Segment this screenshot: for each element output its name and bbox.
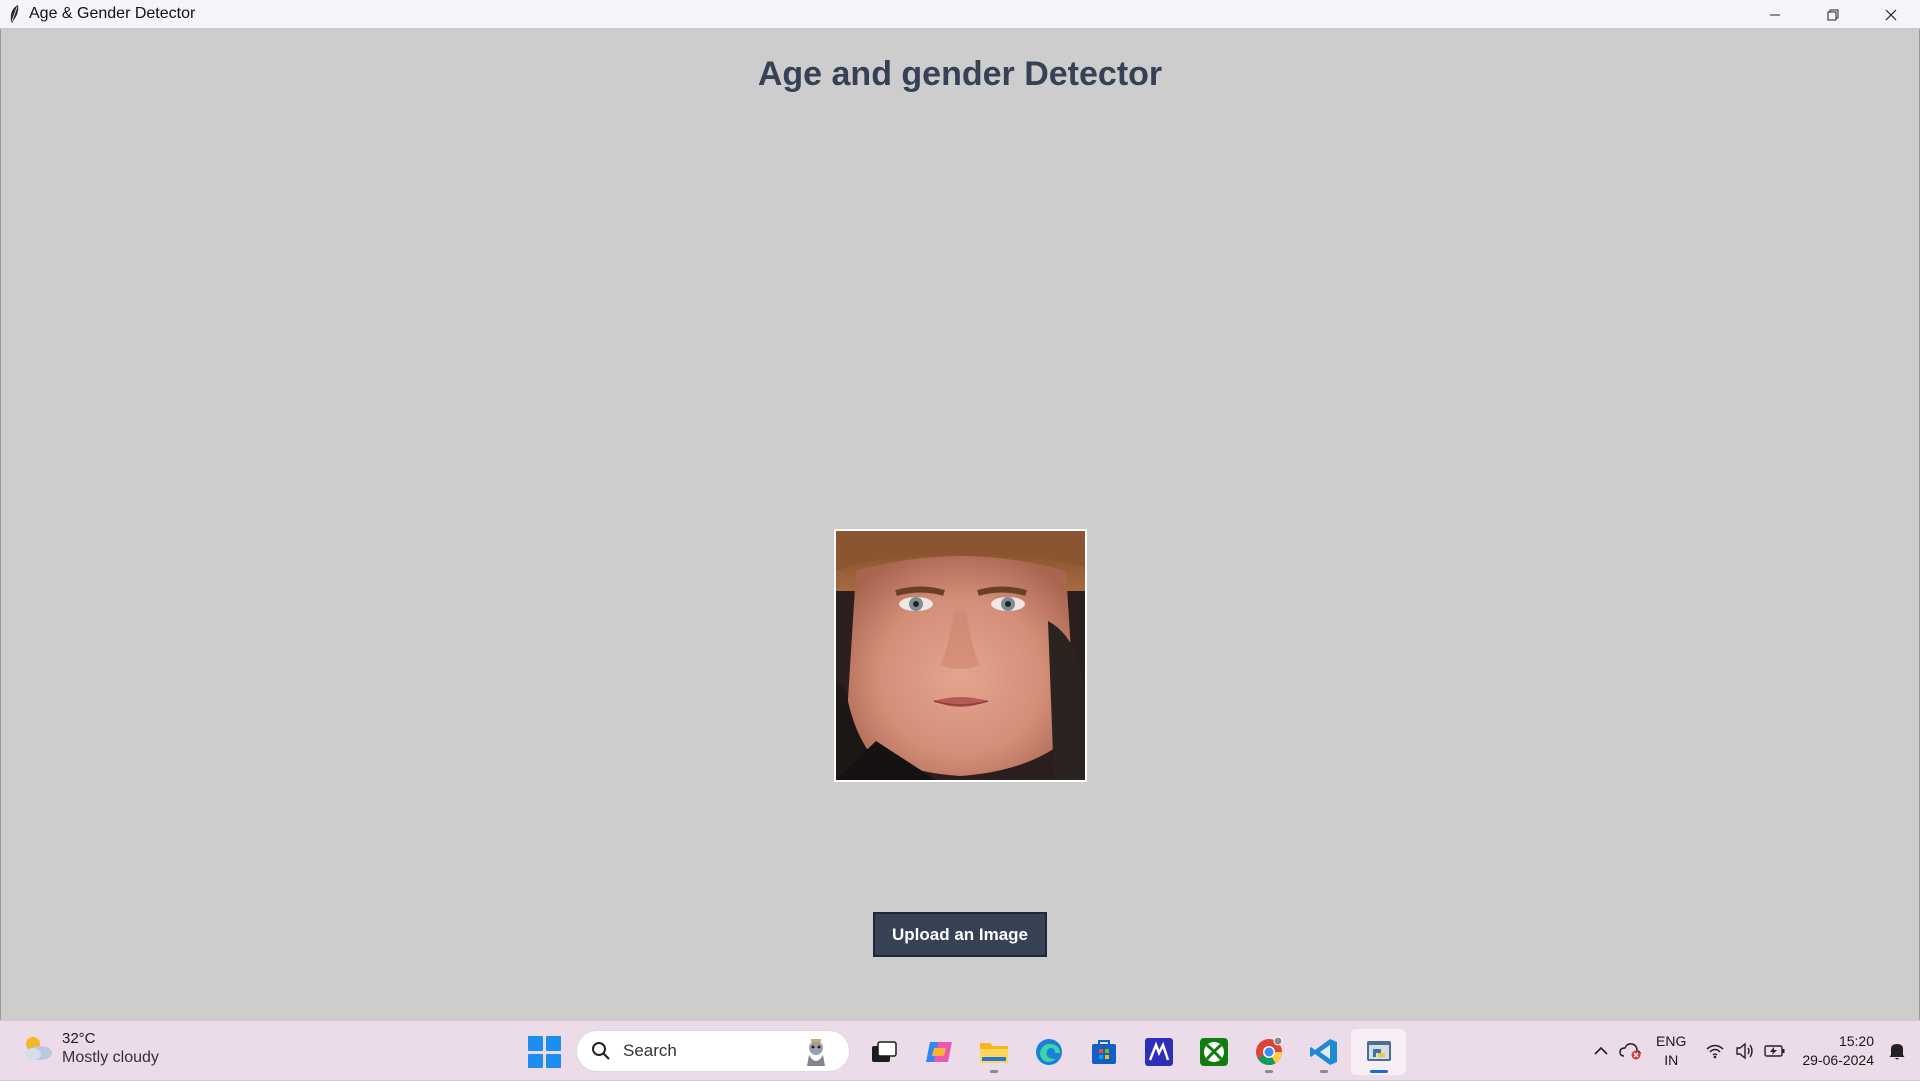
taskbar-search[interactable] <box>576 1030 850 1072</box>
clock-date: 29-06-2024 <box>1802 1052 1874 1068</box>
battery-charging-icon <box>1764 1045 1785 1057</box>
search-input[interactable] <box>621 1040 781 1062</box>
running-indicator <box>1264 1070 1273 1073</box>
copilot-icon <box>925 1042 952 1062</box>
chrome-icon <box>1255 1036 1282 1066</box>
task-view-button[interactable] <box>856 1029 911 1075</box>
uploaded-image <box>834 529 1087 782</box>
battery-button[interactable] <box>1760 1044 1790 1058</box>
cloudy-sun-icon <box>25 1037 52 1060</box>
vscode-button[interactable] <box>1296 1029 1351 1075</box>
volume-button[interactable] <box>1730 1042 1760 1060</box>
network-button[interactable] <box>1700 1043 1730 1059</box>
clock-time: 15:20 <box>1838 1033 1874 1049</box>
window-titlebar: Age & Gender Detector <box>0 0 1920 29</box>
bell-icon <box>1889 1044 1905 1060</box>
minimize-icon <box>1770 14 1780 15</box>
wifi-icon <box>1706 1044 1724 1059</box>
search-icon <box>591 1041 611 1061</box>
store-icon <box>1091 1040 1116 1064</box>
search-highlight-icon <box>801 1037 831 1072</box>
edge-button[interactable] <box>1021 1029 1076 1075</box>
input-language-button[interactable]: ENG IN <box>1656 1032 1686 1070</box>
folder-icon <box>979 1043 1008 1063</box>
weather-condition: Mostly cloudy <box>62 1049 159 1066</box>
windows-logo-pane <box>546 1036 561 1051</box>
vscode-icon <box>1309 1039 1337 1065</box>
running-indicator <box>1319 1070 1328 1073</box>
windows-logo-pane <box>546 1053 561 1068</box>
chrome-button[interactable] <box>1241 1029 1296 1075</box>
app-window: Age and gender Detector Upload an Image <box>0 29 1920 1020</box>
cloud-error-icon <box>1619 1043 1641 1060</box>
window-title: Age & Gender Detector <box>29 5 196 22</box>
edge-icon <box>1035 1039 1062 1065</box>
region-code: IN <box>1664 1052 1679 1068</box>
speaker-icon <box>1736 1042 1754 1060</box>
python-tk-icon <box>1366 1041 1391 1061</box>
weather-widget[interactable]: 32°C Mostly cloudy <box>20 1029 159 1067</box>
system-tray: ENG IN 15:20 29-06-2024 <box>1586 1021 1920 1081</box>
microsoft-store-button[interactable] <box>1076 1029 1131 1075</box>
taskbar: 32°C Mostly cloudy Search ENG IN 15:20 2… <box>0 1020 1920 1080</box>
feather-icon <box>7 4 21 24</box>
notifications-button[interactable] <box>1888 1041 1906 1061</box>
task-view-icon <box>871 1041 897 1062</box>
page-title: Age and gender Detector <box>757 55 1163 93</box>
xbox-button[interactable] <box>1186 1029 1241 1075</box>
stylized-m-icon <box>1144 1038 1173 1066</box>
language-code: ENG <box>1656 1033 1687 1049</box>
copilot-button[interactable] <box>911 1029 966 1075</box>
windows-logo-pane <box>528 1036 543 1051</box>
minimize-button[interactable] <box>1746 0 1804 29</box>
running-indicator <box>989 1070 998 1073</box>
app-launcher-button[interactable] <box>1131 1029 1186 1075</box>
running-indicator <box>1369 1070 1388 1073</box>
taskbar-clock[interactable]: 15:20 29-06-2024 <box>1802 1032 1874 1070</box>
start-button[interactable] <box>527 1035 561 1069</box>
weather-temperature: 32°C <box>62 1030 96 1047</box>
windows-logo-pane <box>528 1053 543 1068</box>
python-app-button[interactable] <box>1351 1029 1406 1075</box>
close-button[interactable] <box>1862 0 1920 29</box>
xbox-icon <box>1199 1038 1228 1066</box>
onedrive-status-button[interactable] <box>1616 1042 1646 1060</box>
show-hidden-icons-button[interactable] <box>1586 1046 1616 1056</box>
taskbar-pinned-apps <box>856 1029 1406 1075</box>
chevron-up-icon <box>1594 1046 1608 1055</box>
file-explorer-button[interactable] <box>966 1029 1021 1075</box>
face-photo <box>836 531 1085 780</box>
close-icon <box>1885 9 1897 20</box>
restore-button[interactable] <box>1804 0 1862 29</box>
restore-icon <box>1827 9 1839 20</box>
upload-image-button[interactable]: Upload an Image <box>873 912 1047 957</box>
